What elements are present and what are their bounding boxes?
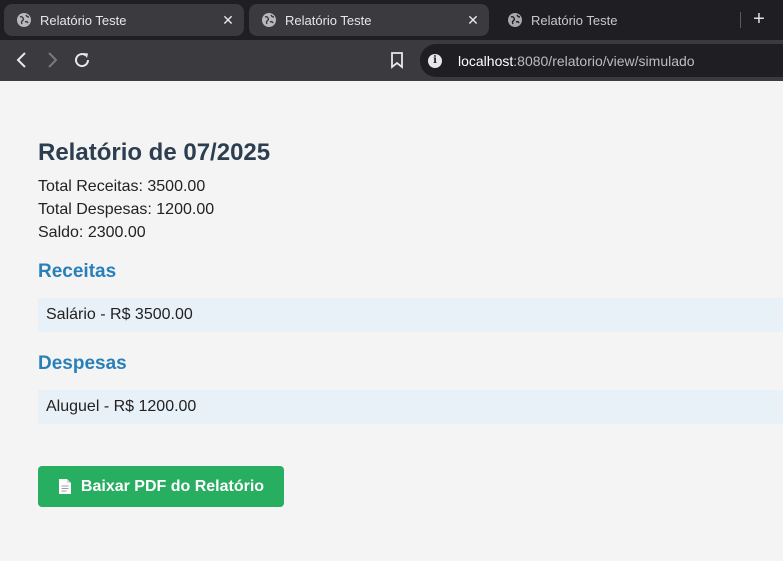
tab-strip: Relatório Teste ✕ Relatório Teste ✕ Rela… bbox=[0, 0, 783, 40]
new-tab-button[interactable]: + bbox=[748, 8, 770, 30]
tab-title: Relatório Teste bbox=[285, 12, 372, 28]
list-item: Salário - R$ 3500.00 bbox=[38, 298, 783, 332]
browser-toolbar: i localhost:8080/relatorio/view/simulado bbox=[0, 40, 783, 81]
tab-title: Relatório Teste bbox=[40, 12, 127, 28]
browser-tab[interactable]: Relatório Teste bbox=[495, 4, 735, 36]
page-title: Relatório de 07/2025 bbox=[38, 139, 271, 166]
info-icon[interactable]: i bbox=[428, 53, 442, 68]
tab-title: Relatório Teste bbox=[531, 12, 618, 28]
address-bar[interactable]: i localhost:8080/relatorio/view/simulado bbox=[420, 44, 783, 77]
chevron-right-icon bbox=[48, 52, 58, 68]
total-receitas: Total Receitas: 3500.00 bbox=[38, 178, 206, 195]
bookmark-icon[interactable] bbox=[387, 50, 407, 70]
globe-icon bbox=[17, 13, 31, 27]
reload-icon bbox=[75, 53, 90, 68]
download-pdf-button[interactable]: Baixar PDF do Relatório bbox=[38, 466, 284, 507]
globe-icon bbox=[508, 13, 522, 27]
reload-button[interactable] bbox=[72, 50, 92, 70]
forward-button[interactable] bbox=[42, 50, 62, 70]
list-item: Aluguel - R$ 1200.00 bbox=[38, 390, 783, 424]
globe-icon bbox=[262, 13, 276, 27]
url-host: localhost bbox=[458, 52, 514, 69]
receitas-heading: Receitas bbox=[38, 261, 117, 282]
despesas-heading: Despesas bbox=[38, 353, 127, 374]
url-path: :8080/relatorio/view/simulado bbox=[513, 52, 695, 69]
browser-tab-active[interactable]: Relatório Teste ✕ bbox=[249, 4, 489, 36]
page-viewport: Relatório de 07/2025 Total Receitas: 350… bbox=[0, 81, 783, 561]
total-despesas: Total Despesas: 1200.00 bbox=[38, 201, 215, 218]
tab-divider bbox=[740, 12, 741, 28]
url-text[interactable]: localhost:8080/relatorio/view/simulado bbox=[458, 53, 695, 69]
back-button[interactable] bbox=[12, 50, 32, 70]
saldo: Saldo: 2300.00 bbox=[38, 224, 146, 241]
chevron-left-icon bbox=[16, 52, 26, 68]
close-icon[interactable]: ✕ bbox=[465, 12, 481, 28]
document-icon bbox=[58, 479, 71, 494]
download-pdf-label: Baixar PDF do Relatório bbox=[80, 477, 265, 495]
browser-tab[interactable]: Relatório Teste ✕ bbox=[4, 4, 244, 36]
close-icon[interactable]: ✕ bbox=[220, 12, 236, 28]
